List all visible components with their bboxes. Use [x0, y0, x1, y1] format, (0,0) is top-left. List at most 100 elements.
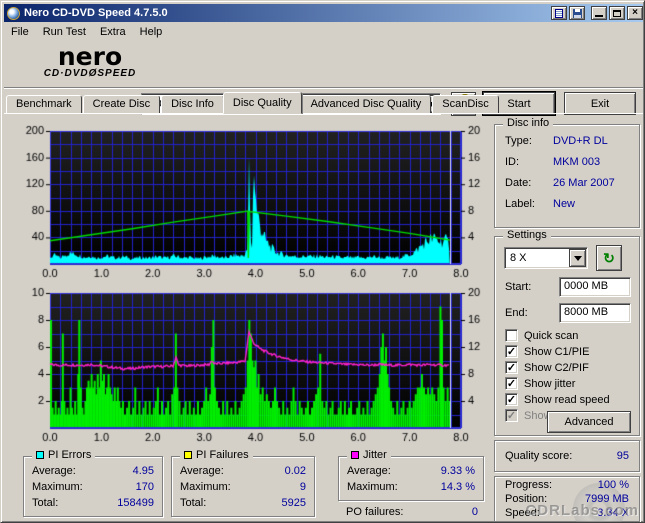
app-icon — [7, 6, 20, 20]
maximize-button[interactable] — [609, 6, 625, 20]
advanced-button[interactable]: Advanced — [547, 411, 631, 433]
tab-benchmark[interactable]: Benchmark — [6, 95, 82, 114]
pie-average-label: Average: — [32, 465, 76, 477]
tab-advanced-disc-quality[interactable]: Advanced Disc Quality — [300, 95, 432, 114]
cddvd-speed-logo-text: CD·DVDØSPEED — [43, 68, 137, 79]
menu-bar: File Run Test Extra Help — [4, 22, 643, 41]
save-icon — [572, 8, 582, 18]
checkbox-show-read-speed[interactable]: ✓ Show read speed — [505, 393, 610, 406]
cdrlabs-watermark: CDRLabs.com — [525, 502, 639, 519]
progress-value: 100 % — [597, 479, 629, 491]
pi-failures-jitter-chart — [18, 285, 490, 443]
po-failures-row: PO failures: 0 — [346, 506, 478, 518]
checkbox-icon: ✓ — [505, 393, 518, 406]
pi-failures-title: PI Failures — [180, 449, 253, 461]
pi-errors-group: PI Errors Average: 4.95 Maximum: 170 Total… — [23, 449, 163, 517]
nero-logo-text: nero — [57, 42, 123, 71]
po-failures-label: PO failures: — [346, 506, 404, 518]
disc-label-label: Label: — [505, 198, 535, 210]
pif-total-label: Total: — [180, 497, 207, 509]
minimize-button[interactable] — [591, 6, 607, 20]
pif-maximum-label: Maximum: — [180, 481, 231, 493]
pie-maximum-value: 170 — [135, 481, 154, 493]
refresh-button[interactable]: ↻ — [596, 245, 622, 271]
tab-scandisc[interactable]: ScanDisc — [432, 95, 499, 114]
checkbox-show-c2-pif[interactable]: ✓ Show C2/PIF — [505, 361, 589, 374]
quality-score-value: 95 — [616, 450, 629, 462]
quality-score-label: Quality score: — [505, 450, 573, 462]
disc-id-value: MKM 003 — [553, 156, 601, 168]
disc-type-value: DVD+R DL — [553, 135, 608, 147]
pie-total-label: Total: — [32, 497, 59, 509]
checkbox-icon: ✓ — [505, 409, 518, 422]
disc-info-title: Disc info — [503, 117, 554, 129]
refresh-icon: ↻ — [603, 249, 615, 266]
pie-total-value: 158499 — [117, 497, 154, 509]
jitter-legend-icon — [351, 451, 359, 459]
checkbox-icon: ✓ — [505, 377, 518, 390]
disc-type-label: Type: — [505, 135, 532, 147]
save-button[interactable] — [569, 6, 585, 20]
minimize-icon — [595, 15, 603, 17]
close-icon: × — [632, 7, 638, 18]
pi-failures-group: PI Failures Average: 0.02 Maximum: 9 Total… — [171, 449, 315, 517]
checkbox-show-jitter[interactable]: ✓ Show jitter — [505, 377, 575, 390]
close-button[interactable]: × — [627, 6, 643, 20]
title-bar: Nero CD-DVD Speed 4.7.5.0 × — [4, 4, 643, 22]
pie-average-value: 4.95 — [132, 465, 154, 477]
settings-title: Settings — [503, 229, 551, 241]
disc-date-label: Date: — [505, 177, 532, 189]
jitter-average-label: Average: — [347, 465, 391, 477]
checkbox-icon: ✓ — [505, 345, 518, 358]
checkbox-icon — [505, 329, 518, 342]
header: nero CD·DVDØSPEED [0:0] BENQ DVD DD DW16… — [4, 41, 643, 116]
tab-create-disc[interactable]: Create Disc — [82, 95, 161, 114]
end-position-label: End: — [505, 307, 528, 319]
jitter-title: Jitter — [347, 449, 391, 461]
start-position-field[interactable]: 0000 MB — [559, 277, 631, 297]
disc-label-value: New — [553, 198, 576, 210]
pif-total-value: 5925 — [281, 497, 306, 509]
menu-file[interactable]: File — [4, 24, 36, 40]
pi-errors-legend-icon — [36, 451, 44, 459]
pi-failures-legend-icon — [184, 451, 192, 459]
disc-date-value: 26 Mar 2007 — [553, 177, 615, 189]
po-failures-value: 0 — [471, 506, 478, 518]
menu-help[interactable]: Help — [133, 24, 170, 40]
exit-button[interactable]: Exit — [564, 92, 636, 115]
pif-average-value: 0.02 — [284, 465, 306, 477]
jitter-maximum-label: Maximum: — [347, 481, 398, 493]
disc-quality-page: Disc info Type: DVD+R DL ID: MKM 003 Date:… — [4, 113, 643, 522]
speed-select[interactable]: 8 X — [504, 247, 588, 269]
progress-label: Progress: — [505, 479, 553, 491]
speed-select-dropdown-button[interactable] — [569, 249, 586, 267]
settings-group: Settings 8 X ↻ Start: 0000 MB End: 8000 … — [494, 229, 640, 436]
pif-average-label: Average: — [180, 465, 224, 477]
pie-maximum-label: Maximum: — [32, 481, 83, 493]
jitter-maximum-value: 14.3 % — [440, 481, 475, 493]
menu-extra[interactable]: Extra — [93, 24, 133, 40]
jitter-group: Jitter Average: 9.33 % Maximum: 14.3 % — [338, 449, 484, 501]
end-position-field[interactable]: 8000 MB — [559, 303, 631, 323]
jitter-average-value: 9.33 % — [440, 465, 475, 477]
quality-score-group: Quality score: 95 — [494, 440, 640, 472]
pi-errors-speed-chart — [18, 122, 490, 282]
tab-strip: Benchmark Create Disc Disc Info Disc Qua… — [6, 92, 500, 114]
checkbox-quick-scan[interactable]: Quick scan — [505, 329, 578, 342]
disc-info-group: Disc info Type: DVD+R DL ID: MKM 003 Date:… — [494, 117, 640, 228]
tab-disc-quality[interactable]: Disc Quality — [222, 92, 302, 114]
disc-id-label: ID: — [505, 156, 520, 168]
nero-logo: nero CD·DVDØSPEED — [30, 42, 150, 79]
report-button[interactable] — [551, 6, 567, 20]
checkbox-show-c1-pie[interactable]: ✓ Show C1/PIE — [505, 345, 589, 358]
pif-maximum-value: 9 — [299, 481, 306, 493]
report-icon — [555, 8, 563, 18]
checkbox-icon: ✓ — [505, 361, 518, 374]
pi-errors-title: PI Errors — [32, 449, 96, 461]
tab-disc-info[interactable]: Disc Info — [161, 95, 224, 114]
app-window: Nero CD-DVD Speed 4.7.5.0 × File Run Tes… — [0, 0, 645, 523]
start-position-label: Start: — [505, 281, 532, 293]
chevron-down-icon — [573, 255, 582, 261]
speed-select-value: 8 X — [510, 252, 527, 264]
menu-run-test[interactable]: Run Test — [36, 24, 93, 40]
